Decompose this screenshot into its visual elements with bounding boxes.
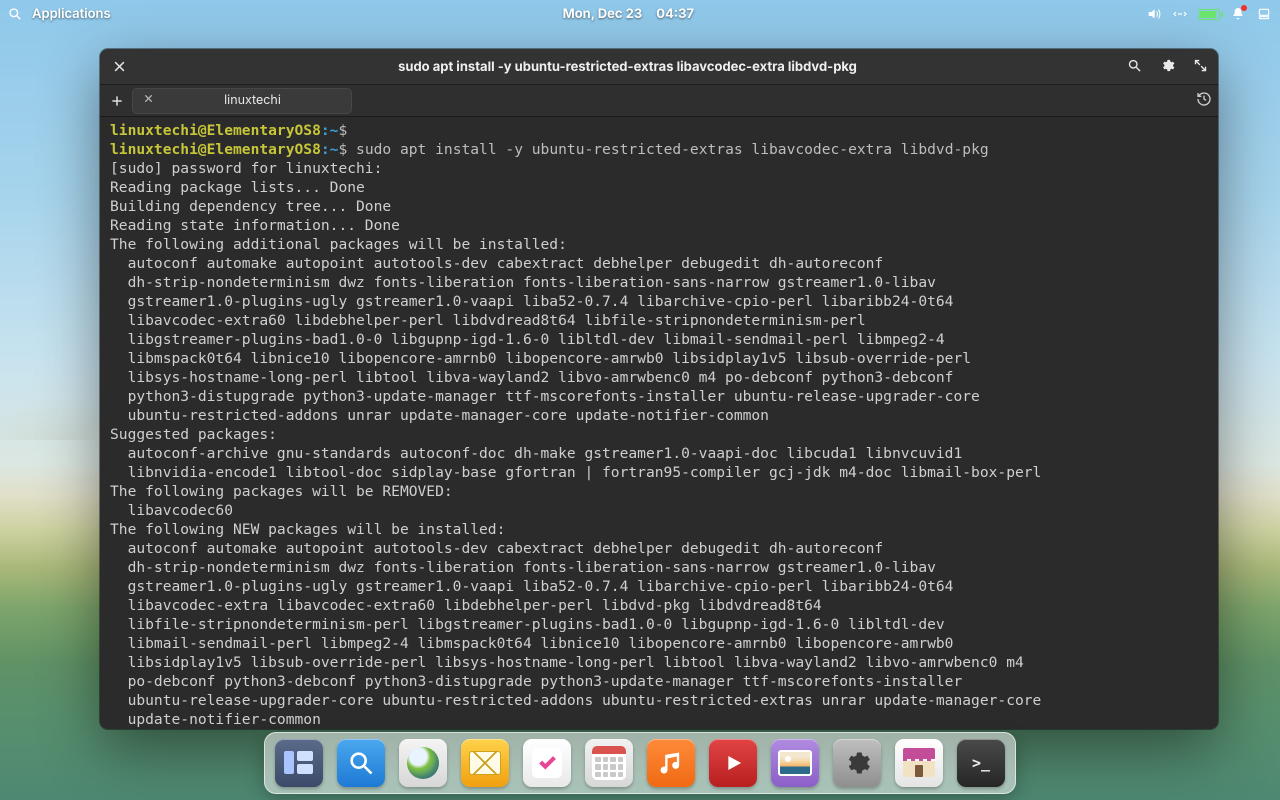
battery-icon[interactable] <box>1198 9 1220 20</box>
dock-files[interactable] <box>337 739 385 787</box>
dock-web-browser[interactable] <box>399 739 447 787</box>
maximize-icon[interactable] <box>1193 57 1208 77</box>
panel-time: 04:37 <box>656 6 694 22</box>
volume-icon[interactable] <box>1146 6 1162 22</box>
close-icon[interactable] <box>110 59 128 74</box>
dock-videos[interactable] <box>709 739 757 787</box>
tab-close-icon[interactable] <box>143 93 154 108</box>
dock-tasks[interactable]: ✓ <box>523 739 571 787</box>
dock-calendar[interactable] <box>585 739 633 787</box>
history-icon[interactable] <box>1196 91 1212 111</box>
top-panel: Applications Mon, Dec 23 04:37 <box>0 0 1280 28</box>
dock-photos[interactable] <box>771 739 819 787</box>
new-tab-button[interactable] <box>106 90 128 112</box>
session-icon[interactable] <box>1256 6 1272 22</box>
dock-terminal[interactable]: >_ <box>957 739 1005 787</box>
dock-multitasking-view[interactable] <box>275 739 323 787</box>
dock-appcenter[interactable] <box>895 739 943 787</box>
terminal-output[interactable]: linuxtechi@ElementaryOS8:~$ linuxtechi@E… <box>100 117 1218 729</box>
window-titlebar[interactable]: sudo apt install -y ubuntu-restricted-ex… <box>100 49 1218 85</box>
dock: ✓ >_ <box>264 732 1016 794</box>
search-in-terminal-icon[interactable] <box>1127 57 1142 77</box>
terminal-tabbar: linuxtechi <box>100 85 1218 117</box>
dock-mail[interactable] <box>461 739 509 787</box>
network-icon[interactable] <box>1172 6 1188 22</box>
terminal-tab[interactable]: linuxtechi <box>132 88 352 114</box>
search-icon[interactable] <box>8 7 22 21</box>
dock-music[interactable] <box>647 739 695 787</box>
gear-icon[interactable] <box>1160 57 1175 77</box>
dock-system-settings[interactable] <box>833 739 881 787</box>
tab-label: linuxtechi <box>164 93 341 108</box>
applications-menu[interactable]: Applications <box>32 6 111 22</box>
panel-date: Mon, Dec 23 <box>563 6 643 22</box>
window-title: sudo apt install -y ubuntu-restricted-ex… <box>138 59 1117 75</box>
terminal-window: sudo apt install -y ubuntu-restricted-ex… <box>100 49 1218 729</box>
notification-badge <box>1241 5 1247 11</box>
panel-clock[interactable]: Mon, Dec 23 04:37 <box>563 6 695 22</box>
notifications-icon[interactable] <box>1230 6 1246 22</box>
